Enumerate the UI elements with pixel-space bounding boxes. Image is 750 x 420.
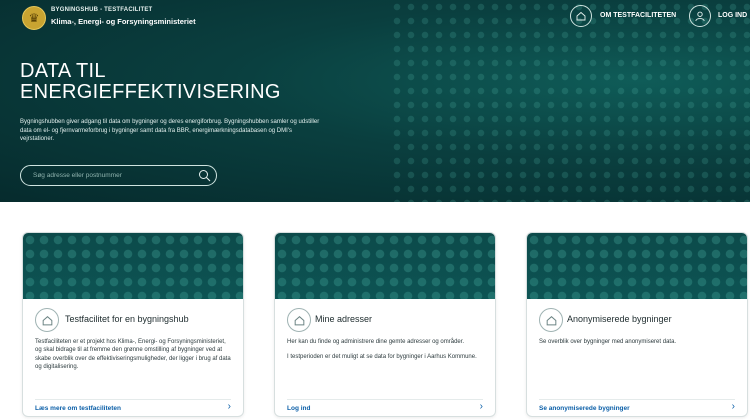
card-banner [275, 233, 495, 299]
card-testfacility: Testfacilitet for en bygningshub Testfac… [22, 232, 244, 417]
crown-icon[interactable]: ♛ [22, 6, 46, 30]
top-bar: ♛ BYGNINGSHUB - TESTFACILITET Klima-, En… [0, 0, 750, 36]
chevron-right-icon[interactable]: › [228, 401, 231, 412]
card-paragraph: Se overblik over bygninger med anonymise… [539, 339, 677, 345]
nav-about-testfacility[interactable]: OM TESTFACILITETEN [600, 12, 676, 19]
house-icon[interactable] [570, 5, 592, 27]
hero-title-line1: DATA TIL [20, 60, 106, 82]
card-text: Testfaciliteten er et projekt hos Klima-… [35, 338, 233, 372]
card-paragraph: Testfaciliteten er et projekt hos Klima-… [35, 339, 231, 371]
card-title: Anonymiserede bygninger [567, 314, 672, 324]
anonymized-buildings-link[interactable]: Se anonymiserede bygninger [539, 405, 630, 412]
address-search-input[interactable] [20, 165, 217, 186]
card-divider [287, 399, 483, 400]
card-anonymized-buildings: Anonymiserede bygninger Se overblik over… [526, 232, 748, 417]
nav-login[interactable]: LOG IND [718, 12, 747, 19]
hero-section: ♛ BYGNINGSHUB - TESTFACILITET Klima-, En… [0, 0, 750, 202]
card-my-addresses: Mine adresser Her kan du finde og admini… [274, 232, 496, 417]
search-icon[interactable] [196, 167, 213, 184]
hero-description: Bygningshubben giver adgang til data om … [20, 119, 320, 143]
card-banner [527, 233, 747, 299]
chevron-right-icon[interactable]: › [480, 401, 483, 412]
house-icon [287, 308, 311, 332]
card-title: Mine adresser [315, 314, 373, 324]
chevron-right-icon[interactable]: › [732, 401, 735, 412]
ministry-name[interactable]: Klima-, Energi- og Forsyningsministeriet [51, 17, 196, 26]
house-icon [35, 308, 59, 332]
card-banner [23, 233, 243, 299]
card-divider [35, 399, 231, 400]
card-text: Her kan du finde og administrere dine ge… [287, 338, 485, 362]
hero-title-line2: ENERGIEFFEKTIVISERING [20, 81, 281, 103]
card-text: Se overblik over bygninger med anonymise… [539, 338, 737, 346]
read-more-link[interactable]: Læs mere om testfaciliteten [35, 405, 121, 412]
card-divider [539, 399, 735, 400]
hero-title: DATA TIL ENERGIEFFEKTIVISERING [20, 61, 281, 103]
house-icon [539, 308, 563, 332]
user-icon[interactable] [689, 5, 711, 27]
card-title: Testfacilitet for en bygningshub [65, 314, 189, 324]
brand-title[interactable]: BYGNINGSHUB - TESTFACILITET [51, 7, 152, 13]
card-paragraph: I testperioden er det muligt at se data … [287, 354, 477, 361]
card-paragraph: Her kan du finde og administrere dine ge… [287, 339, 465, 345]
login-link[interactable]: Log ind [287, 405, 310, 412]
